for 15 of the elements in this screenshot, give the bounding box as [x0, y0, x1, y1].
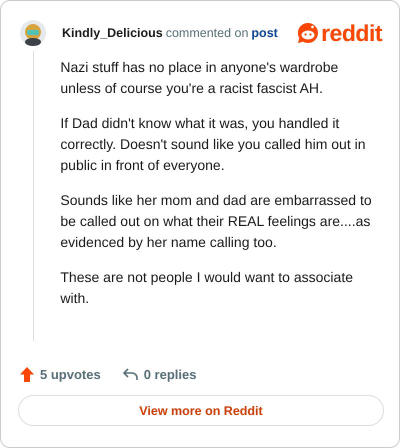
upvote-icon[interactable] — [20, 367, 34, 382]
reply-icon[interactable] — [122, 368, 138, 381]
upvote-count: 5 upvotes — [40, 367, 101, 382]
action-text: commented on — [166, 26, 248, 40]
reddit-logo-text: reddit — [321, 22, 382, 44]
avatar-icon — [20, 20, 46, 46]
reply-count: 0 replies — [144, 367, 196, 382]
comment-paragraph: These are not people I would want to associate with. — [60, 268, 354, 308]
post-link[interactable]: post — [251, 26, 278, 40]
view-more-button[interactable]: View more on Reddit — [18, 395, 384, 426]
comment-paragraph: Nazi stuff has no place in anyone's wardrobe unless of course you're a racist fascist AH. — [60, 58, 340, 98]
reddit-alien-icon — [297, 22, 320, 44]
comment-paragraph: If Dad didn't know what it was, you handled it correctly. Doesn't sound like you called him out in public in front of everyone. — [60, 114, 366, 175]
author-name[interactable]: Kindly_Delicious — [62, 26, 163, 40]
comment-paragraph: Sounds like her mom and dad are embarrassed to be called out on what their REAL feelings are....as evidenced by her name calling too. — [60, 191, 373, 252]
